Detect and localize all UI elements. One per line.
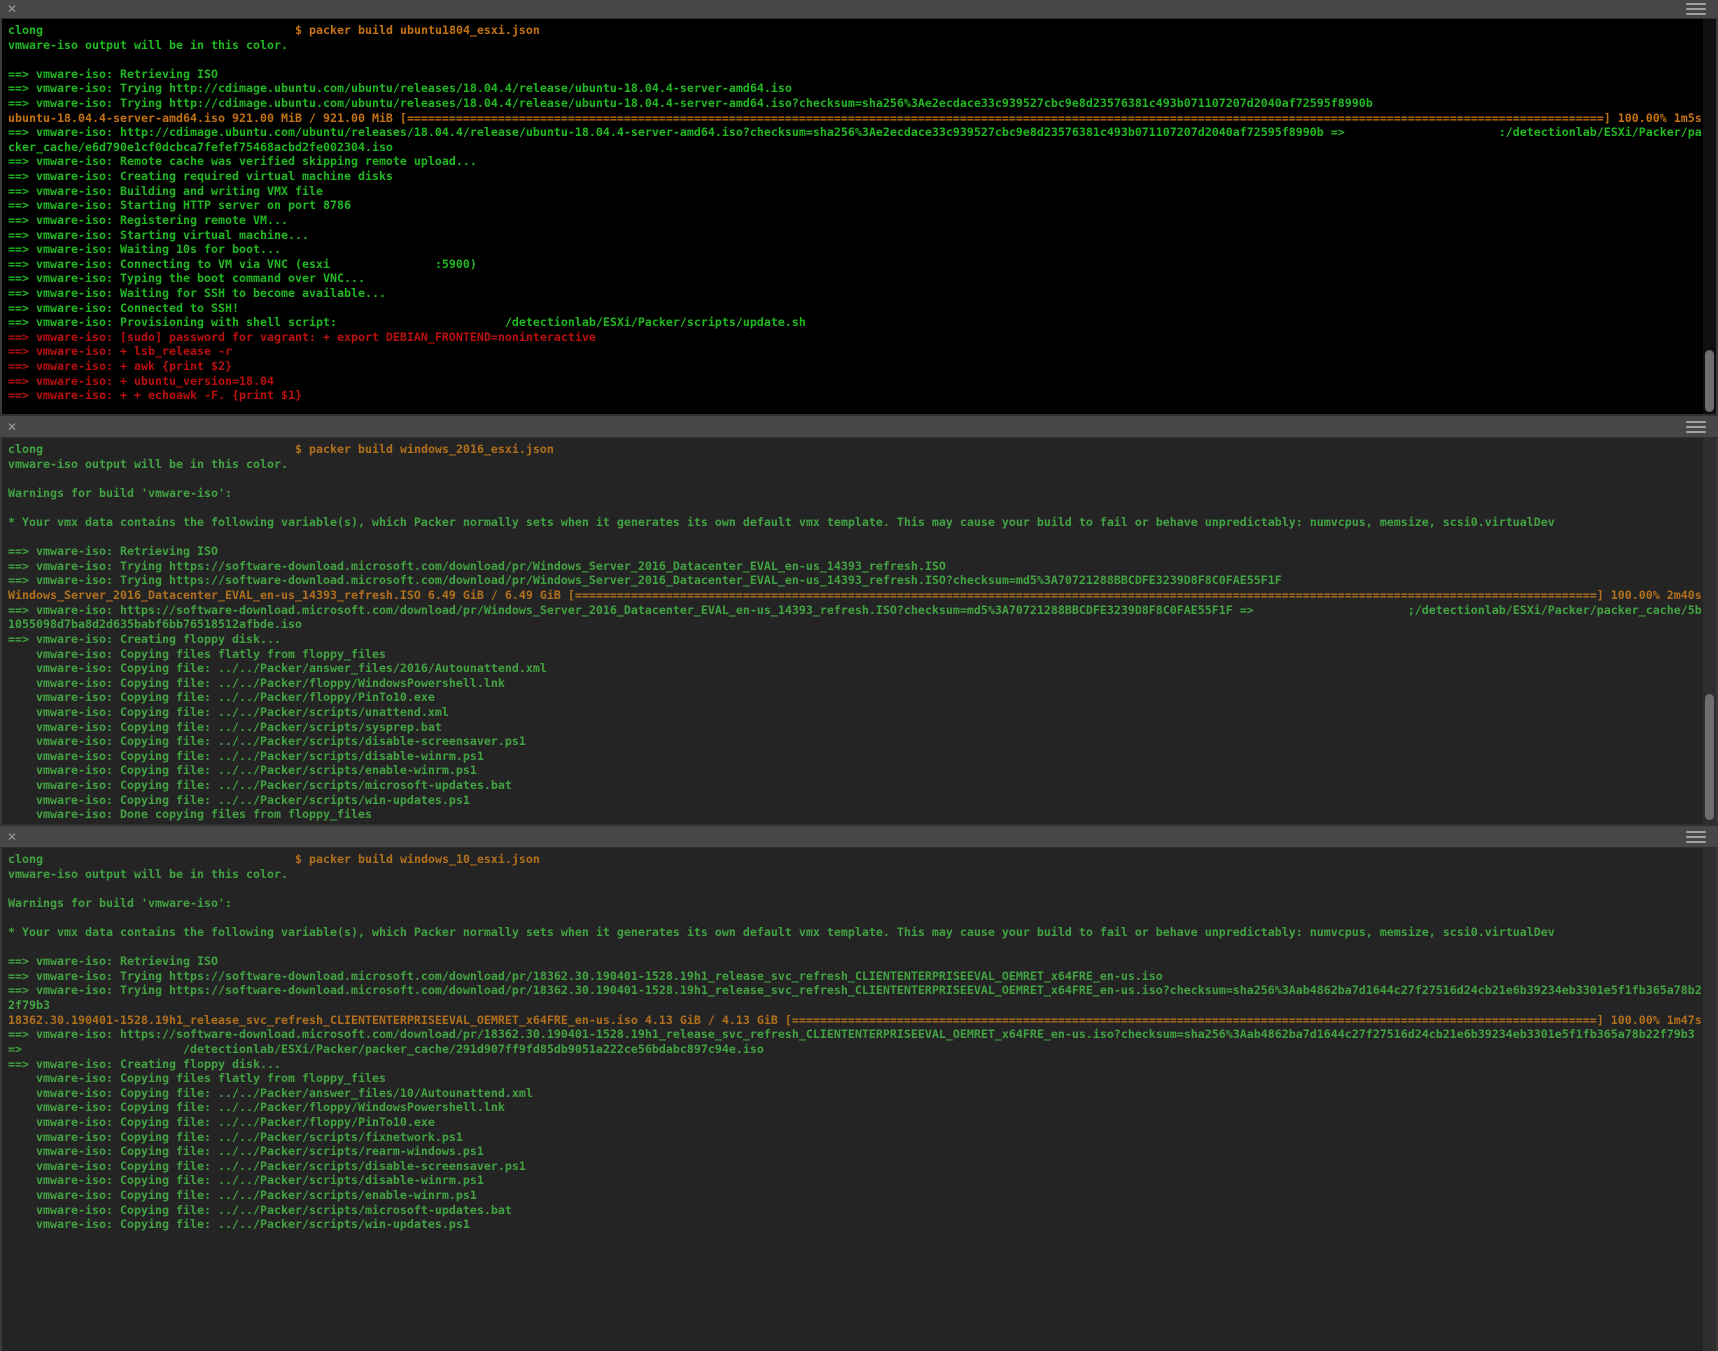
terminal-line: ==> vmware-iso: https://software-downloa… (8, 1027, 1703, 1042)
terminal-line: vmware-iso output will be in this color. (8, 867, 1703, 882)
scrollbar[interactable] (1703, 438, 1716, 825)
terminal-line: ==> vmware-iso: Trying https://software-… (8, 969, 1703, 984)
terminal-line: ==> vmware-iso: Waiting 10s for boot... (8, 242, 1703, 257)
terminal-pane-windows10: ✕ clong $ packer build windows_10_esxi.j… (0, 826, 1718, 1351)
terminal-line: vmware-iso: Copying file: ../../Packer/s… (8, 1188, 1703, 1203)
terminal-line: ==> vmware-iso: + + echoawk -F. {print $… (8, 388, 1703, 403)
terminal-line: vmware-iso: Copying file: ../../Packer/s… (8, 763, 1703, 778)
terminal-line (8, 530, 1703, 545)
terminal-line (8, 500, 1703, 515)
terminal-line: ==> vmware-iso: Connecting to VM via VNC… (8, 257, 1703, 272)
terminal-line: ==> vmware-iso: Creating floppy disk... (8, 1057, 1703, 1072)
terminal-line: clong $ packer build ubuntu1804_esxi.jso… (8, 23, 1703, 38)
pane-titlebar[interactable]: ✕ (0, 416, 1718, 438)
terminal-line: ==> vmware-iso: Starting HTTP server on … (8, 198, 1703, 213)
terminal-line: ==> vmware-iso: Trying https://software-… (8, 559, 1703, 574)
hamburger-menu-icon[interactable] (1686, 421, 1706, 433)
terminal-line: vmware-iso: Copying files flatly from fl… (8, 647, 1703, 662)
hamburger-menu-icon[interactable] (1686, 3, 1706, 15)
scrollbar[interactable] (1703, 848, 1716, 1351)
terminal-line (8, 471, 1703, 486)
terminator-window: ✕ clong $ packer build ubuntu1804_esxi.j… (0, 0, 1718, 1351)
terminal-line: vmware-iso: Copying file: ../../Packer/a… (8, 661, 1703, 676)
hamburger-menu-icon[interactable] (1686, 831, 1706, 843)
close-icon[interactable]: ✕ (7, 421, 17, 433)
terminal-line: vmware-iso: Copying file: ../../Packer/s… (8, 1203, 1703, 1218)
terminal-line: clong $ packer build windows_10_esxi.jso… (8, 852, 1703, 867)
terminal-line: ==> vmware-iso: Provisioning with shell … (8, 315, 1703, 330)
terminal-line: ==> vmware-iso: + ubuntu_version=18.04 (8, 374, 1703, 389)
terminal-line: vmware-iso: Copying file: ../../Packer/a… (8, 1086, 1703, 1101)
terminal-line: ==> vmware-iso: Building and writing VMX… (8, 184, 1703, 199)
terminal-line: ==> vmware-iso: Starting virtual machine… (8, 228, 1703, 243)
terminal-line: vmware-iso: Copying file: ../../Packer/f… (8, 1100, 1703, 1115)
terminal-line: vmware-iso: Copying file: ../../Packer/s… (8, 1144, 1703, 1159)
terminal-line: ==> vmware-iso: Retrieving ISO (8, 544, 1703, 559)
terminal-line: vmware-iso: Copying file: ../../Packer/s… (8, 1173, 1703, 1188)
terminal-line: vmware-iso: Copying file: ../../Packer/f… (8, 1115, 1703, 1130)
terminal-pane-ubuntu1804: ✕ clong $ packer build ubuntu1804_esxi.j… (0, 0, 1718, 415)
terminal-line: vmware-iso: Copying file: ../../Packer/s… (8, 734, 1703, 749)
close-icon[interactable]: ✕ (7, 831, 17, 843)
scrollbar[interactable] (1703, 19, 1716, 415)
terminal-line: ==> vmware-iso: Trying https://software-… (8, 983, 1703, 998)
terminal-line: ==> vmware-iso: Retrieving ISO (8, 954, 1703, 969)
terminal-line: ==> vmware-iso: http://cdimage.ubuntu.co… (8, 125, 1703, 140)
terminal-line: vmware-iso: Copying file: ../../Packer/s… (8, 778, 1703, 793)
terminal-line: ==> vmware-iso: Waiting for SSH to becom… (8, 286, 1703, 301)
terminal-line: vmware-iso: Copying file: ../../Packer/f… (8, 676, 1703, 691)
terminal-line (8, 881, 1703, 896)
terminal-line: 18362.30.190401-1528.19h1_release_svc_re… (8, 1013, 1703, 1028)
terminal-pane-windows2016: ✕ clong $ packer build windows_2016_esxi… (0, 416, 1718, 825)
terminal-line: ==> vmware-iso: [sudo] password for vagr… (8, 330, 1703, 345)
terminal-line: ==> vmware-iso: + awk {print $2} (8, 359, 1703, 374)
terminal-line: => /detectionlab/ESXi/Packer/packer_cach… (8, 1042, 1703, 1057)
terminal-line: ==> vmware-iso: Trying http://cdimage.ub… (8, 81, 1703, 96)
terminal-line: * Your vmx data contains the following v… (8, 925, 1703, 940)
terminal-line: Warnings for build 'vmware-iso': (8, 486, 1703, 501)
terminal-line (8, 940, 1703, 955)
terminal-line: vmware-iso: Copying file: ../../Packer/s… (8, 749, 1703, 764)
terminal-line: vmware-iso: Copying files flatly from fl… (8, 1071, 1703, 1086)
terminal-content[interactable]: clong $ packer build windows_10_esxi.jso… (2, 848, 1703, 1351)
terminal-line: ==> vmware-iso: Registering remote VM... (8, 213, 1703, 228)
terminal-line: clong $ packer build windows_2016_esxi.j… (8, 442, 1703, 457)
terminal-line: vmware-iso: Copying file: ../../Packer/s… (8, 705, 1703, 720)
terminal-line: ==> vmware-iso: Creating floppy disk... (8, 632, 1703, 647)
terminal-line: cker_cache/e6d790e1cf0dcbca7fefef75468ac… (8, 140, 1703, 155)
scrollbar-thumb[interactable] (1705, 694, 1714, 820)
terminal-line (8, 52, 1703, 67)
terminal-line: ==> vmware-iso: + lsb_release -r (8, 344, 1703, 359)
terminal-line: Windows_Server_2016_Datacenter_EVAL_en-u… (8, 588, 1703, 603)
scrollbar-thumb[interactable] (1705, 350, 1714, 412)
terminal-line (8, 910, 1703, 925)
terminal-line: vmware-iso: Copying file: ../../Packer/s… (8, 720, 1703, 735)
pane-titlebar[interactable]: ✕ (0, 826, 1718, 848)
terminal-line: ==> vmware-iso: https://software-downloa… (8, 603, 1703, 618)
terminal-line: vmware-iso output will be in this color. (8, 457, 1703, 472)
terminal-line: ==> vmware-iso: Typing the boot command … (8, 271, 1703, 286)
terminal-line: ==> vmware-iso: Creating required virtua… (8, 169, 1703, 184)
terminal-line: * Your vmx data contains the following v… (8, 515, 1703, 530)
terminal-line: 2f79b3 (8, 998, 1703, 1013)
terminal-line: ==> vmware-iso: Trying https://software-… (8, 573, 1703, 588)
terminal-line: vmware-iso: Copying file: ../../Packer/s… (8, 1159, 1703, 1174)
terminal-line: ubuntu-18.04.4-server-amd64.iso 921.00 M… (8, 111, 1703, 126)
terminal-line: vmware-iso: Done copying files from flop… (8, 807, 1703, 822)
terminal-line: vmware-iso: Copying file: ../../Packer/f… (8, 690, 1703, 705)
terminal-line: ==> vmware-iso: Retrieving ISO (8, 67, 1703, 82)
terminal-line: vmware-iso output will be in this color. (8, 38, 1703, 53)
terminal-content[interactable]: clong $ packer build windows_2016_esxi.j… (2, 438, 1703, 825)
terminal-line: 1055098d7ba8d2d635babf6bb76518512afbde.i… (8, 617, 1703, 632)
terminal-line: ==> vmware-iso: Connected to SSH! (8, 301, 1703, 316)
terminal-line: Warnings for build 'vmware-iso': (8, 896, 1703, 911)
terminal-line: vmware-iso: Copying file: ../../Packer/s… (8, 1130, 1703, 1145)
terminal-line: ==> vmware-iso: Trying http://cdimage.ub… (8, 96, 1703, 111)
terminal-content[interactable]: clong $ packer build ubuntu1804_esxi.jso… (2, 19, 1703, 415)
terminal-line: ==> vmware-iso: Remote cache was verifie… (8, 154, 1703, 169)
terminal-line: vmware-iso: Copying file: ../../Packer/s… (8, 793, 1703, 808)
terminal-line: vmware-iso: Copying file: ../../Packer/s… (8, 1217, 1703, 1232)
close-icon[interactable]: ✕ (7, 3, 17, 15)
pane-titlebar[interactable]: ✕ (0, 0, 1718, 19)
